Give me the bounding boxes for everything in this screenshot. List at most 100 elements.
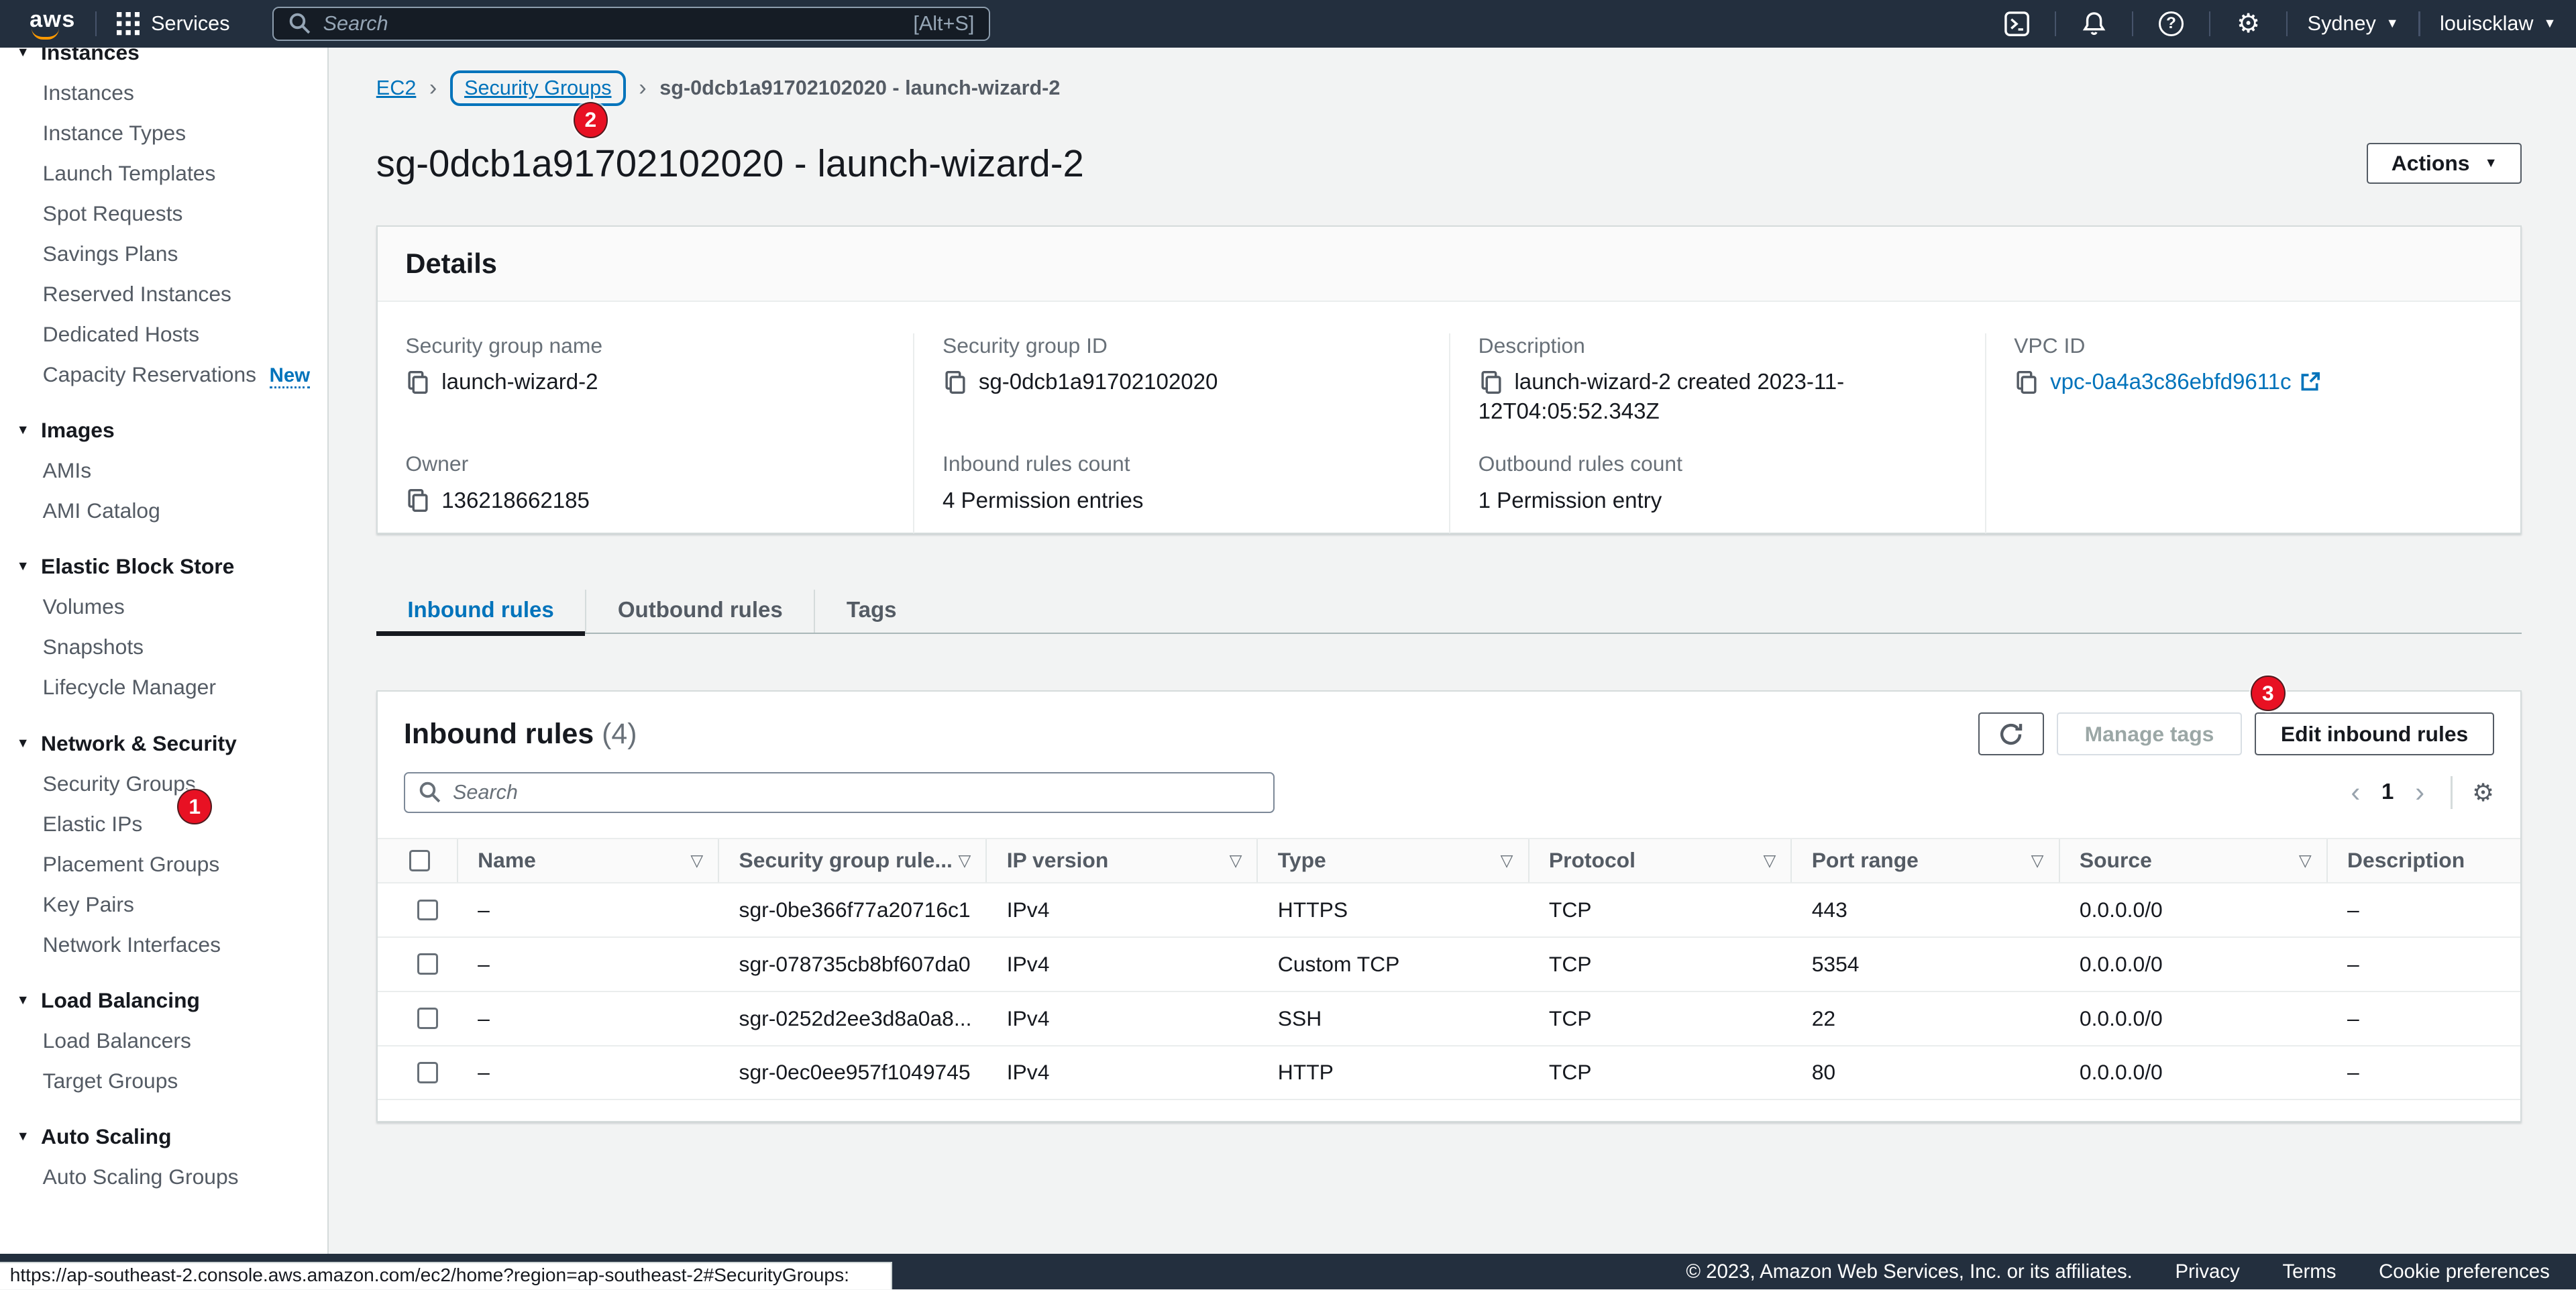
sidebar-section-images[interactable]: ▼Images <box>0 411 327 450</box>
cell-ip-version: IPv4 <box>987 883 1258 936</box>
row-checkbox[interactable] <box>417 953 439 975</box>
sidebar-section-auto-scaling[interactable]: ▼Auto Scaling <box>0 1117 327 1157</box>
sidebar-item-elastic-ips[interactable]: Elastic IPs <box>0 804 327 844</box>
breadcrumb-ec2-link[interactable]: EC2 <box>376 76 417 100</box>
region-selector[interactable]: Sydney▼ <box>2308 12 2399 36</box>
copy-icon[interactable] <box>405 488 430 513</box>
filter-icon[interactable]: ▽ <box>1230 851 1242 870</box>
refresh-button[interactable] <box>1978 712 2044 755</box>
table-preferences-gear-icon[interactable]: ⚙ <box>2472 778 2494 807</box>
filter-icon[interactable]: ▽ <box>2031 851 2044 870</box>
sidebar-item-volumes[interactable]: Volumes <box>0 586 327 627</box>
manage-tags-button[interactable]: Manage tags <box>2057 712 2241 755</box>
sidebar-item-auto-scaling-groups[interactable]: Auto Scaling Groups <box>0 1157 327 1197</box>
cell-source: 0.0.0.0/0 <box>2060 938 2328 991</box>
previous-page-icon[interactable]: ‹ <box>2345 778 2367 806</box>
sidebar-item-savings-plans[interactable]: Savings Plans <box>0 233 327 274</box>
account-menu[interactable]: louiscklaw▼ <box>2440 12 2557 36</box>
sidebar-section-elastic-block-store[interactable]: ▼Elastic Block Store <box>0 547 327 586</box>
account-label: louiscklaw <box>2440 12 2534 36</box>
section-collapse-icon: ▼ <box>16 981 29 1020</box>
column-header-description[interactable]: Description <box>2328 839 2520 883</box>
filter-icon[interactable]: ▽ <box>2299 851 2312 870</box>
services-menu[interactable]: Services <box>117 12 230 36</box>
refresh-icon <box>1998 721 2024 747</box>
divider <box>2209 11 2210 36</box>
copy-icon[interactable] <box>1479 370 1503 394</box>
column-header-source[interactable]: Source▽ <box>2060 839 2328 883</box>
vpc-id-link[interactable]: vpc-0a4a3c86ebfd9611c <box>2050 370 2292 394</box>
breadcrumb-security-groups-focus-ring: Security Groups <box>450 70 626 106</box>
column-header-ip-version[interactable]: IP version▽ <box>987 839 1258 883</box>
sidebar-item-network-interfaces[interactable]: Network Interfaces <box>0 924 327 965</box>
sidebar-item-target-groups[interactable]: Target Groups <box>0 1061 327 1101</box>
section-collapse-icon: ▼ <box>16 724 29 763</box>
cell-protocol: TCP <box>1529 883 1792 936</box>
rules-filter-box[interactable] <box>404 772 1275 813</box>
sidebar-item-amis[interactable]: AMIs <box>0 450 327 490</box>
row-checkbox[interactable] <box>417 900 439 921</box>
current-page-number[interactable]: 1 <box>2381 780 2394 805</box>
sidebar-item-dedicated-hosts[interactable]: Dedicated Hosts <box>0 314 327 354</box>
column-header-security-group-rule[interactable]: Security group rule...▽ <box>719 839 987 883</box>
filter-icon[interactable]: ▽ <box>690 851 703 870</box>
settings-gear-icon[interactable]: ⚙ <box>2231 11 2267 37</box>
sidebar-item-ami-catalog[interactable]: AMI Catalog <box>0 490 327 531</box>
sidebar-section-network-security[interactable]: ▼Network & Security <box>0 724 327 763</box>
annotation-badge-1: 1 <box>177 789 211 825</box>
chevron-down-icon: ▼ <box>2385 16 2398 32</box>
sidebar-item-launch-templates[interactable]: Launch Templates <box>0 153 327 193</box>
sidebar-item-instance-types[interactable]: Instance Types <box>0 113 327 153</box>
tab-inbound-rules[interactable]: Inbound rules <box>376 590 586 633</box>
copy-icon[interactable] <box>405 370 430 394</box>
breadcrumb-security-groups-link[interactable]: Security Groups <box>464 76 611 99</box>
next-page-icon[interactable]: › <box>2408 778 2430 806</box>
sidebar-section-instances[interactable]: ▼Instances <box>0 48 327 72</box>
sidebar-item-spot-requests[interactable]: Spot Requests <box>0 193 327 233</box>
filter-icon[interactable]: ▽ <box>958 851 971 870</box>
details-panel-body: Security group name launch-wizard-2 Owne… <box>378 302 2520 533</box>
notifications-bell-icon[interactable] <box>2076 11 2112 37</box>
breadcrumb-current: sg-0dcb1a91702102020 - launch-wizard-2 <box>659 76 1060 100</box>
sidebar-item-reserved-instances[interactable]: Reserved Instances <box>0 274 327 314</box>
cloudshell-icon[interactable] <box>1998 11 2035 37</box>
sidebar-item-load-balancers[interactable]: Load Balancers <box>0 1020 327 1061</box>
aws-logo[interactable]: aws <box>30 8 75 40</box>
sidebar-item-security-groups[interactable]: Security Groups <box>0 763 327 804</box>
column-header-port-range[interactable]: Port range▽ <box>1792 839 2059 883</box>
filter-icon[interactable]: ▽ <box>1501 851 1513 870</box>
outbound-rules-count-value: 1 Permission entry <box>1479 486 1962 516</box>
rules-filter-input[interactable] <box>453 781 1260 804</box>
privacy-link[interactable]: Privacy <box>2175 1260 2239 1283</box>
sidebar-item-snapshots[interactable]: Snapshots <box>0 627 327 667</box>
actions-button[interactable]: Actions▼ <box>2367 143 2522 184</box>
terms-link[interactable]: Terms <box>2282 1260 2336 1283</box>
filter-icon[interactable]: ▽ <box>1763 851 1776 870</box>
tab-outbound-rules[interactable]: Outbound rules <box>585 590 814 633</box>
field-outbound-rules-count: Outbound rules count 1 Permission entry <box>1479 451 1962 516</box>
copy-icon[interactable] <box>943 370 967 394</box>
sidebar-item-key-pairs[interactable]: Key Pairs <box>0 884 327 924</box>
row-checkbox[interactable] <box>417 1008 439 1029</box>
sidebar-item-capacity-reservations[interactable]: Capacity ReservationsNew <box>0 354 327 394</box>
sidebar-item-lifecycle-manager[interactable]: Lifecycle Manager <box>0 667 327 707</box>
edit-inbound-rules-button[interactable]: Edit inbound rules <box>2255 712 2494 755</box>
console-search-input[interactable] <box>323 12 902 36</box>
row-checkbox[interactable] <box>417 1062 439 1083</box>
help-icon[interactable]: ? <box>2153 11 2190 36</box>
column-header-protocol[interactable]: Protocol▽ <box>1529 839 1792 883</box>
select-all-checkbox[interactable] <box>409 850 431 871</box>
sidebar-item-placement-groups[interactable]: Placement Groups <box>0 844 327 884</box>
cell-port-range: 5354 <box>1792 938 2059 991</box>
tab-tags[interactable]: Tags <box>814 590 928 633</box>
copy-icon[interactable] <box>2014 370 2039 394</box>
sidebar-item-instances[interactable]: Instances <box>0 72 327 113</box>
page-title: sg-0dcb1a91702102020 - launch-wizard-2 <box>376 142 1084 185</box>
field-vpc-id: VPC ID vpc-0a4a3c86ebfd9611c <box>2014 333 2498 451</box>
cookie-preferences-link[interactable]: Cookie preferences <box>2379 1260 2550 1283</box>
column-header-name[interactable]: Name▽ <box>458 839 719 883</box>
pagination: ‹ 1 › ⚙ <box>2345 776 2494 809</box>
sidebar-section-load-balancing[interactable]: ▼Load Balancing <box>0 981 327 1020</box>
console-search-box[interactable]: [Alt+S] <box>272 7 990 41</box>
column-header-type[interactable]: Type▽ <box>1258 839 1529 883</box>
